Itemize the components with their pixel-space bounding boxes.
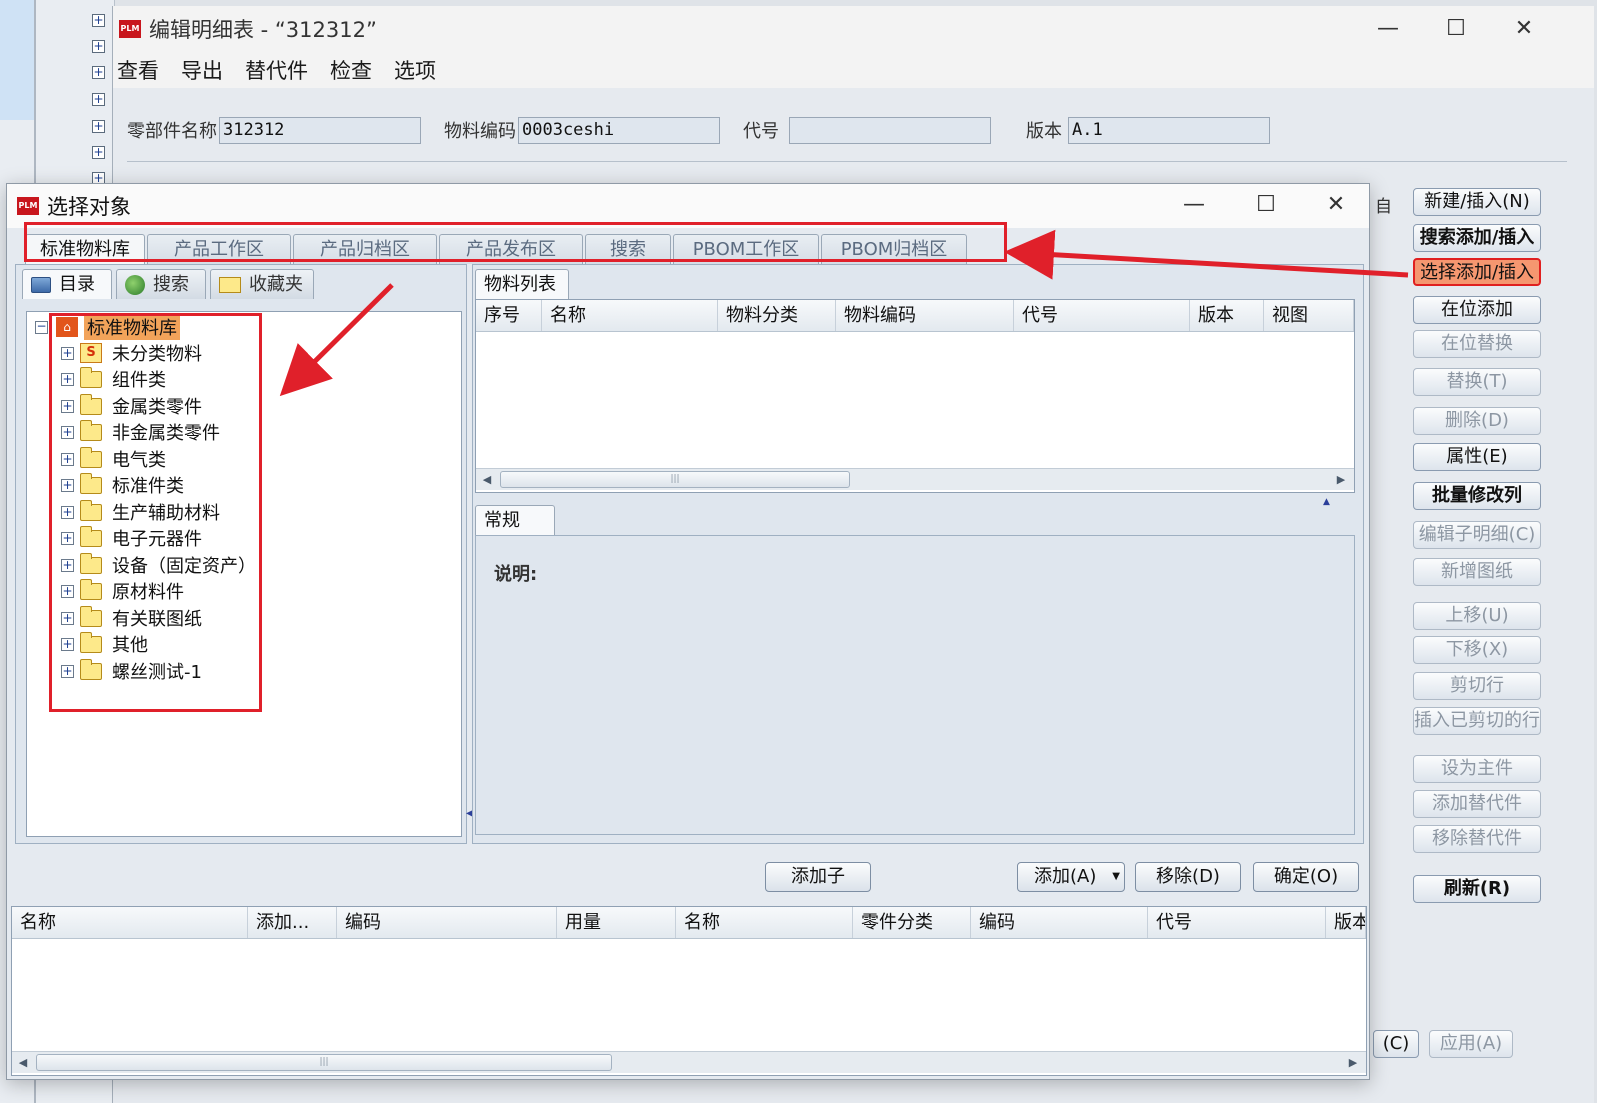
annotation-arrow-to-tree	[279, 283, 394, 397]
annotation-arrows	[279, 229, 1409, 397]
annotation-arrow-to-tabs	[1004, 229, 1409, 280]
